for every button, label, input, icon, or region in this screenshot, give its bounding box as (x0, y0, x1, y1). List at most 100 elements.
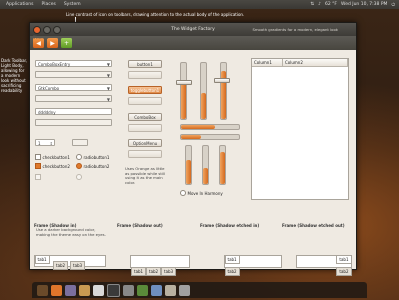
app-icon[interactable] (37, 284, 48, 296)
volume-icon[interactable]: ♪ (318, 2, 321, 7)
annotation-top: Line contrast of icon on toolbars, drawi… (66, 12, 245, 17)
orange-note: Uses Orange as little as possible while … (125, 166, 166, 185)
network-icon[interactable]: ⇅ (310, 2, 314, 7)
chevron-down-icon: ▼ (106, 73, 110, 78)
horizontal-scale-2[interactable] (180, 134, 240, 140)
vertical-slider-3[interactable] (219, 145, 226, 185)
scale-fill (186, 160, 191, 184)
notebook3-tab1[interactable]: tab1 (224, 255, 240, 264)
add-icon[interactable]: + (61, 38, 72, 48)
chevron-down-icon[interactable]: ▼ (107, 61, 110, 68)
spin-button-disabled (72, 139, 88, 146)
notebook2-tab1[interactable]: tab1 (131, 267, 147, 276)
notebook2-tab3[interactable]: tab3 (161, 267, 177, 276)
button-disabled (128, 71, 162, 79)
radio-icon (76, 154, 82, 160)
tree-column-1[interactable]: Column1 (252, 59, 283, 66)
text-entry[interactable]: dddddny (35, 108, 112, 115)
chat-icon[interactable] (137, 284, 148, 296)
frame-shadow-etched-out-title: Frame (Shadow etched out) (282, 223, 345, 228)
settings-icon[interactable] (123, 284, 134, 296)
checkbutton1[interactable]: checkbutton1 (35, 154, 70, 160)
scale-fill (181, 125, 215, 129)
combo-entry-disabled: ▼ (35, 71, 112, 78)
video-icon[interactable] (165, 284, 176, 296)
browser-icon[interactable] (51, 284, 62, 296)
notebook1-tab2[interactable]: tab2 (53, 261, 69, 270)
button1[interactable]: button1 (128, 60, 162, 68)
toggle-button[interactable]: togglebutton1 (128, 86, 162, 94)
vertical-scale-1[interactable] (180, 62, 187, 120)
terminal-icon[interactable] (107, 283, 120, 297)
clock[interactable]: Wed Jun 10, 7:38 PM (341, 2, 387, 7)
tree-view[interactable]: Column1 Column2 (251, 58, 349, 200)
combobox-label: ComboBox (134, 115, 156, 120)
radio-icon (180, 190, 186, 196)
chevron-down-icon: ▼ (106, 97, 110, 102)
gtk-combo[interactable]: GtkCombo ▼ (35, 84, 112, 91)
toolbar: ◀ ▶ + (30, 36, 356, 50)
window-titlebar[interactable]: The Widget Factory Smooth gradients for … (30, 23, 356, 36)
scale-fill (201, 93, 206, 119)
folder-icon[interactable] (79, 284, 90, 296)
radiobutton-disabled (76, 174, 82, 180)
radiobutton2[interactable]: radiobutton2 (76, 163, 109, 169)
horizontal-scale-1[interactable] (180, 124, 240, 130)
frame-desc: Use a darker background color, making th… (36, 227, 106, 237)
vertical-scale-2[interactable] (200, 62, 207, 120)
top-panel: Applications Places System ⇅ ♪ 62 °F Wed… (0, 0, 399, 9)
spin-button[interactable]: 1 ⇕ (35, 139, 55, 146)
widget-area: ComboBoxEntry ▼ ▼ GtkCombo ▼ ▼ dddddny 1… (30, 50, 356, 276)
widget-factory-window: The Widget Factory Smooth gradients for … (29, 22, 357, 276)
vertical-slider-2[interactable] (202, 145, 209, 185)
notebook1-tab1[interactable]: tab1 (34, 255, 50, 264)
radiobutton1[interactable]: radiobutton1 (76, 154, 109, 160)
radio-checked-icon (76, 163, 82, 169)
vertical-scale-3[interactable] (220, 62, 227, 120)
annotation-left: Dark Toolbar, Light Body, allowing for a… (1, 58, 28, 93)
notebook1-tab3[interactable]: tab3 (70, 261, 86, 270)
tree-header: Column1 Column2 (252, 59, 348, 67)
trash-icon[interactable] (179, 284, 190, 296)
frame-shadow-etched-in-title: Frame (Shadow etched in) (200, 223, 260, 228)
scale-fill (220, 152, 225, 184)
notebook-3: tab1 tab2 (224, 255, 282, 276)
checkbox-icon (35, 174, 41, 180)
dock (32, 282, 367, 298)
combobox[interactable]: ComboBox (128, 113, 162, 121)
combobox-disabled (128, 124, 162, 132)
photo-icon[interactable] (151, 284, 162, 296)
menu-system[interactable]: System (64, 2, 81, 7)
chevron-down-icon[interactable]: ▼ (107, 85, 110, 92)
tree-column-2[interactable]: Column2 (283, 59, 348, 66)
scale-handle[interactable] (176, 80, 192, 85)
checkbutton2[interactable]: checkbutton2 (35, 163, 70, 169)
scale-handle[interactable] (214, 78, 230, 83)
move-harmony-label: Move In Harmony (187, 190, 223, 196)
checkbox-checked-icon (35, 163, 41, 169)
combo-entry[interactable]: ComboBoxEntry ▼ (35, 60, 112, 67)
option-menu-label: OptionMenu (132, 141, 158, 146)
notebook4-tab1[interactable]: tab1 (336, 255, 352, 264)
notebook2-tab2[interactable]: tab2 (146, 267, 162, 276)
spin-arrows-icon[interactable]: ⇕ (50, 140, 53, 147)
move-harmony-check[interactable]: Move In Harmony (180, 190, 223, 196)
vertical-slider-1[interactable] (185, 145, 192, 185)
checkbox-icon (35, 154, 41, 160)
power-icon[interactable]: ⏻ (391, 2, 395, 8)
menu-places[interactable]: Places (42, 2, 56, 7)
scale-fill (181, 135, 201, 139)
music-icon[interactable] (93, 284, 104, 296)
menu-applications[interactable]: Applications (6, 2, 34, 7)
mail-icon[interactable] (65, 284, 76, 296)
temperature[interactable]: 62 °F (325, 2, 337, 7)
notebook3-tab2[interactable]: tab2 (224, 267, 240, 276)
option-menu[interactable]: OptionMenu (128, 139, 162, 147)
gtk-combo-value: GtkCombo (38, 86, 60, 91)
radio-icon (76, 174, 82, 180)
system-tray: ⇅ ♪ 62 °F Wed Jun 10, 7:38 PM ⏻ (310, 2, 395, 8)
radiobutton2-label: radiobutton2 (83, 163, 110, 169)
checkbutton1-label: checkbutton1 (42, 154, 70, 160)
notebook4-tab2[interactable]: tab2 (336, 267, 352, 276)
panel-menus: Applications Places System (6, 2, 81, 7)
